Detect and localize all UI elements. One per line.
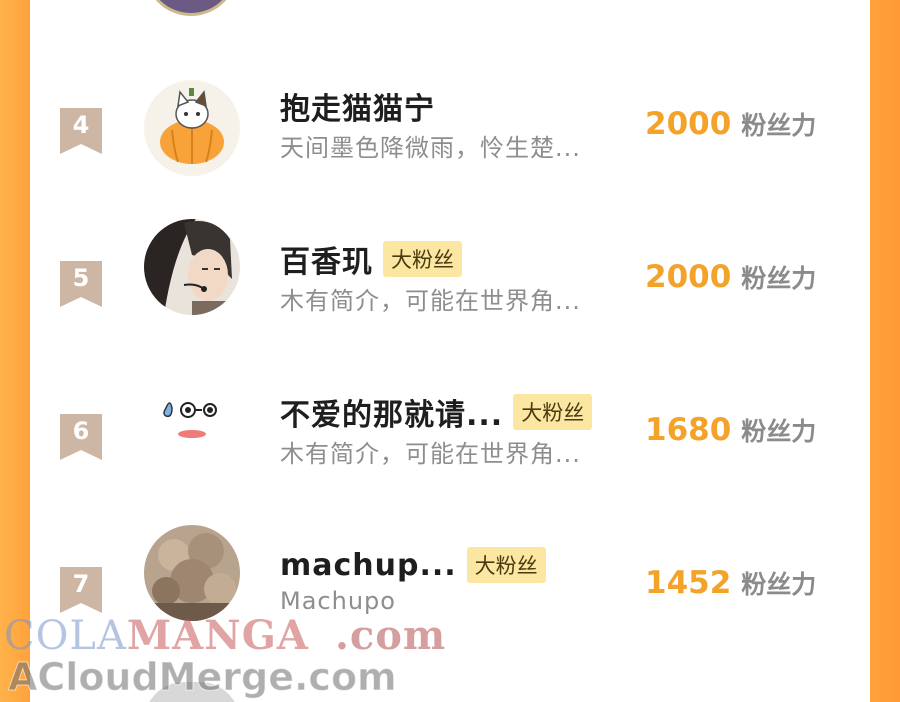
rank-number: 7 [72,570,90,598]
user-name[interactable]: 百香玑 [280,237,373,281]
fan-power-score: 2000 粉丝力 [645,259,816,295]
user-name[interactable]: machup... [280,548,457,583]
score-value: 2000 [645,259,732,295]
pumpkin-cat-icon [144,80,240,176]
rank-badge: 7 [60,567,102,613]
user-name[interactable]: 不爱的那就请... [280,390,503,434]
score-value: 2000 [645,106,732,142]
rank-badge: 5 [60,261,102,307]
watermark-part: COLA [4,613,127,659]
fan-power-score: 1452 粉丝力 [645,565,816,601]
user-name-line: 百香玑 大粉丝 [280,237,462,281]
doodle-face-icon [144,372,240,468]
score-unit: 粉丝力 [741,111,817,140]
score-unit: 粉丝力 [741,264,817,293]
score-unit: 粉丝力 [741,570,817,599]
rank-number: 4 [72,111,90,139]
score-value: 1452 [645,565,732,601]
user-description: 木有简介，可能在世界角... [280,287,581,315]
avatar[interactable] [144,525,240,621]
rank-number: 5 [72,264,90,292]
user-description: 木有简介，可能在世界角... [280,440,581,468]
user-name-line: 不爱的那就请... 大粉丝 [280,390,593,434]
rank-badge: 4 [60,108,102,154]
watermark-colamanga: COLAMANGA .com [4,612,446,659]
big-fan-badge: 大粉丝 [466,547,546,583]
list-item[interactable]: 6 不爱的那就请... 大粉丝 木有简介，可能在世界角... 1680 粉丝力 [0,372,900,514]
list-item[interactable]: 4 抱走猫猫宁 天间墨色降微雨，怜生楚... 2000 粉丝力 [0,80,900,208]
avatar[interactable] [144,219,240,315]
user-name-line: 抱走猫猫宁 [280,84,435,128]
user-description: Machupo [280,587,396,615]
watermark-part: .com [334,612,447,659]
rank-number: 6 [72,417,90,445]
furry-dog-icon [144,525,240,621]
avatar[interactable] [144,372,240,468]
rank-badge: 6 [60,414,102,460]
user-name[interactable]: 抱走猫猫宁 [280,84,435,128]
score-unit: 粉丝力 [741,417,817,446]
score-value: 1680 [645,412,732,448]
avatar[interactable] [144,80,240,176]
big-fan-badge: 大粉丝 [513,394,593,430]
list-item[interactable]: 5 百香玑 大粉丝 木有简介，可能在世界角... 2000 粉丝力 [0,219,900,361]
fan-power-score: 2000 粉丝力 [645,106,816,142]
anime-boy-headset-icon [144,219,240,315]
fan-power-score: 1680 粉丝力 [645,412,816,448]
watermark-acloudmerge: ACloudMerge.com [8,655,398,700]
big-fan-badge: 大粉丝 [383,241,462,277]
watermark-part: MANGA [126,612,309,659]
user-name-line: machup... 大粉丝 [280,545,546,585]
user-description: 天间墨色降微雨，怜生楚... [280,134,581,162]
